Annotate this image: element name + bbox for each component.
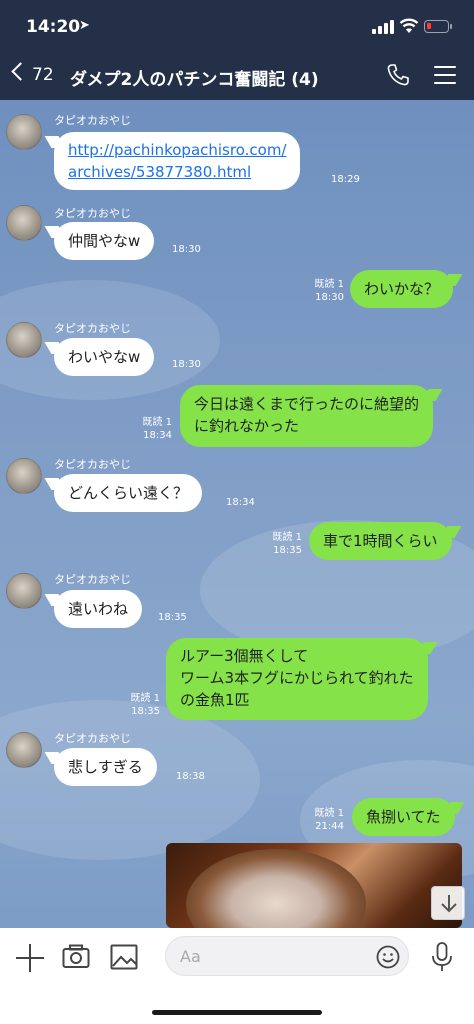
message-bubble[interactable]: どんくらい遠く？ (54, 474, 203, 512)
message-bubble[interactable]: 車で1時間くらい (309, 522, 452, 560)
avatar[interactable] (6, 205, 42, 241)
message-bubble[interactable]: 遠いわね (54, 590, 143, 628)
chevron-left-icon (11, 62, 30, 81)
message-text: に釣れなかった (194, 417, 300, 435)
message-bubble[interactable]: ルアー3個無くして ワーム3本フグにかじられて釣れた の金魚1匹 (166, 638, 428, 720)
sashimi-photo (186, 849, 366, 928)
photo-message[interactable] (166, 843, 462, 928)
chat-header: 72 ダメプ2人のパチンコ奮闘記 (4) (0, 50, 474, 100)
battery-icon (424, 20, 452, 33)
message-link[interactable]: archives/53877380.html (68, 161, 286, 183)
home-indicator (152, 1010, 322, 1015)
message-link[interactable]: http://pachinkopachisro.com/ (68, 139, 286, 161)
message-bubble[interactable]: 仲間やなw (54, 222, 155, 260)
read-receipt: 既読 1 (272, 532, 302, 543)
message-time: 18:35 (273, 545, 302, 556)
back-button[interactable]: 72 (10, 62, 60, 90)
sender-name: タピオカおやじ (54, 207, 131, 220)
message-bubble[interactable]: 魚捌いてた (352, 798, 455, 836)
message-bubble[interactable]: わいかな？ (350, 270, 454, 308)
message-time: 18:35 (131, 706, 160, 717)
message-meta: 既読 1 18:35 (120, 692, 160, 718)
image-icon[interactable] (110, 944, 138, 970)
chat-title: ダメプ2人のパチンコ奮闘記 (4) (70, 70, 319, 90)
message-time: 18:35 (158, 612, 187, 623)
unread-count: 72 (32, 65, 54, 85)
status-bar: 14:20 ➤ (0, 0, 474, 50)
sender-name: タピオカおやじ (54, 458, 131, 471)
read-receipt: 既読 1 (130, 693, 160, 704)
message-time: 18:29 (331, 174, 360, 185)
message-bubble[interactable]: わいやなw (54, 338, 155, 376)
message-text: ルアー3個無くして (180, 647, 309, 665)
sender-name: タピオカおやじ (54, 322, 131, 335)
avatar[interactable] (6, 458, 42, 494)
wifi-icon (399, 18, 419, 33)
avatar[interactable] (6, 114, 42, 150)
message-bubble[interactable]: 今日は遠くまで行ったのに絶望的 に釣れなかった (180, 385, 434, 447)
message-bubble[interactable]: 悲しすぎる (54, 748, 157, 786)
message-text: 悲しすぎる (68, 758, 143, 776)
message-time: 18:30 (172, 359, 201, 370)
location-arrow-icon: ➤ (79, 18, 90, 33)
message-meta: 既読 1 21:44 (304, 807, 344, 833)
avatar[interactable] (6, 573, 42, 609)
message-bubble[interactable]: http://pachinkopachisro.com/ archives/53… (54, 132, 301, 190)
message-time: 21:44 (315, 821, 344, 832)
message-meta: 既読 1 18:30 (304, 278, 344, 304)
message-text: の金魚1匹 (180, 691, 250, 709)
message-text: わいやなw (68, 348, 141, 366)
message-time: 18:34 (226, 497, 255, 508)
sender-name: タピオカおやじ (54, 114, 131, 127)
camera-icon[interactable] (62, 944, 90, 970)
message-meta: 既読 1 18:35 (262, 531, 302, 557)
phone-icon[interactable] (386, 63, 410, 87)
chat-area[interactable]: タピオカおやじ http://pachinkopachisro.com/ arc… (0, 100, 474, 928)
emoji-icon[interactable] (376, 945, 400, 969)
message-text: 魚捌いてた (366, 808, 441, 826)
message-text: ワーム3本フグにかじられて釣れた (180, 669, 414, 687)
microphone-icon[interactable] (430, 942, 454, 972)
message-time: 18:30 (315, 292, 344, 303)
menu-icon[interactable] (434, 66, 456, 84)
avatar[interactable] (6, 322, 42, 358)
message-time: 18:38 (176, 771, 205, 782)
message-time: 18:34 (143, 430, 172, 441)
plus-icon[interactable] (16, 944, 44, 972)
avatar[interactable] (6, 732, 42, 768)
message-text: どんくらい遠く？ (68, 484, 189, 502)
message-text: 今日は遠くまで行ったのに絶望的 (194, 395, 420, 413)
message-text: 遠いわね (68, 600, 129, 618)
cellular-signal-icon (372, 20, 394, 34)
message-text: わいかな？ (364, 280, 440, 298)
read-receipt: 既読 1 (142, 417, 172, 428)
message-text: 車で1時間くらい (323, 532, 438, 550)
read-receipt: 既読 1 (314, 808, 344, 819)
arrow-down-icon (441, 895, 457, 913)
sender-name: タピオカおやじ (54, 573, 131, 586)
input-placeholder: Aa (180, 947, 201, 966)
message-input[interactable]: Aa (165, 936, 409, 976)
status-time: 14:20 (26, 17, 81, 37)
message-time: 18:30 (172, 244, 201, 255)
scroll-down-button[interactable] (431, 886, 465, 920)
message-text: 仲間やなw (68, 232, 141, 250)
message-meta: 既読 1 18:34 (132, 416, 172, 442)
read-receipt: 既読 1 (314, 279, 344, 290)
sender-name: タピオカおやじ (54, 732, 131, 745)
